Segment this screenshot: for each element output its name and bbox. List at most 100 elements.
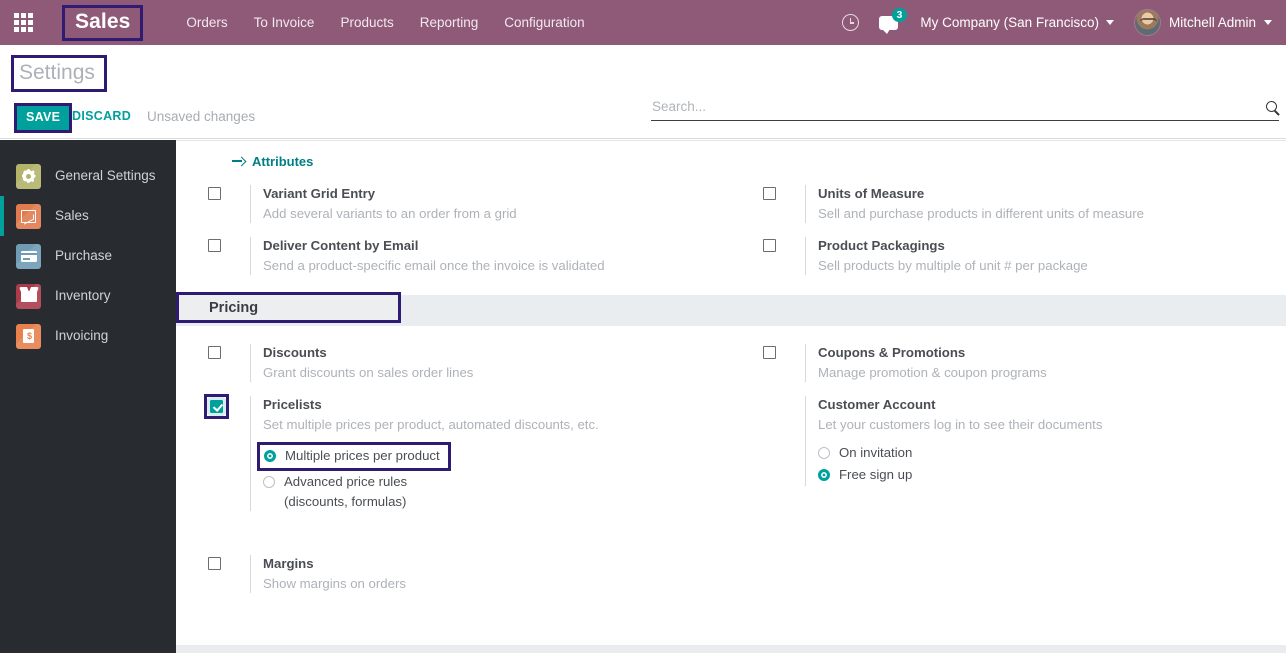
variant-grid-entry-checkbox[interactable] bbox=[208, 187, 221, 200]
deliver-content-by-email-checkbox[interactable] bbox=[208, 239, 221, 252]
setting-title: Margins bbox=[263, 556, 314, 571]
checkbox-slot bbox=[208, 555, 250, 570]
on-invitation-option[interactable]: On invitation bbox=[818, 442, 1276, 464]
setting-title: Deliver Content by Email bbox=[263, 238, 419, 253]
horizontal-scrollbar[interactable] bbox=[176, 645, 1286, 653]
setting-description: Grant discounts on sales order lines bbox=[263, 365, 474, 380]
free-sign-up-radio[interactable] bbox=[818, 469, 830, 481]
sidebar-item-inventory[interactable]: Inventory bbox=[0, 276, 176, 316]
setting-body: Units of Measure Sell and purchase produ… bbox=[805, 185, 1276, 223]
setting-deliver-content-by-email: Deliver Content by Email Send a product-… bbox=[208, 229, 721, 281]
sidebar-item-label: Sales bbox=[55, 208, 89, 223]
on-invitation-radio[interactable] bbox=[818, 447, 830, 459]
setting-margins: Margins Show margins on orders bbox=[208, 547, 721, 599]
attributes-link-label: Attributes bbox=[252, 153, 314, 169]
units-of-measure-checkbox[interactable] bbox=[763, 187, 776, 200]
messages-count-badge: 3 bbox=[891, 8, 908, 22]
setting-body: Customer Account Let your customers log … bbox=[805, 396, 1276, 486]
messages-button[interactable]: 3 bbox=[869, 0, 908, 45]
user-name-label: Mitchell Admin bbox=[1168, 15, 1256, 30]
setting-description: Sell products by multiple of unit # per … bbox=[818, 258, 1088, 273]
radio-label: Multiple prices per product bbox=[285, 448, 440, 463]
company-switcher[interactable]: My Company (San Francisco) bbox=[908, 15, 1124, 30]
setting-body: Product Packagings Sell products by mult… bbox=[805, 237, 1276, 275]
app-brand-label: Sales bbox=[75, 9, 131, 33]
free-sign-up-option[interactable]: Free sign up bbox=[818, 464, 1276, 486]
checkbox-slot bbox=[763, 185, 805, 200]
sales-chart-icon bbox=[16, 203, 41, 229]
app-brand-sales[interactable]: Sales bbox=[62, 4, 144, 41]
advanced-price-rules-sublabel: (discounts, formulas) bbox=[284, 494, 407, 509]
chevron-down-icon bbox=[1264, 20, 1272, 25]
navbar-right-tools: 3 My Company (San Francisco) Mitchell Ad… bbox=[832, 0, 1286, 45]
search-area bbox=[651, 97, 1279, 121]
discard-button[interactable]: DISCARD bbox=[72, 109, 131, 123]
setting-description: Send a product-specific email once the i… bbox=[263, 258, 605, 273]
setting-title: Coupons & Promotions bbox=[818, 345, 966, 360]
settings-sidebar: General Settings Sales Purchase Inventor… bbox=[0, 140, 176, 653]
apps-menu-button[interactable] bbox=[0, 0, 46, 45]
setting-body: Deliver Content by Email Send a product-… bbox=[250, 237, 721, 275]
setting-description: Manage promotion & coupon programs bbox=[818, 365, 1047, 380]
menu-item-products[interactable]: Products bbox=[327, 0, 406, 45]
pricing-section-title: Pricing bbox=[209, 299, 259, 316]
sidebar-item-label: Inventory bbox=[55, 288, 111, 303]
menu-item-orders[interactable]: Orders bbox=[173, 0, 240, 45]
setting-body: Pricelists Set multiple prices per produ… bbox=[250, 396, 721, 511]
menu-item-reporting[interactable]: Reporting bbox=[407, 0, 492, 45]
setting-description: Show margins on orders bbox=[263, 576, 406, 591]
open-box-icon bbox=[16, 283, 41, 309]
menu-item-to-invoice[interactable]: To Invoice bbox=[241, 0, 328, 45]
setting-body: Coupons & Promotions Manage promotion & … bbox=[805, 344, 1276, 382]
sidebar-item-label: General Settings bbox=[55, 168, 156, 183]
pricing-settings-grid: Discounts Grant discounts on sales order… bbox=[176, 336, 1286, 599]
discounts-checkbox[interactable] bbox=[208, 346, 221, 359]
setting-title: Discounts bbox=[263, 345, 327, 360]
checkbox-slot bbox=[763, 344, 805, 359]
advanced-price-rules-option[interactable]: Advanced price rules bbox=[263, 471, 721, 493]
save-button[interactable]: SAVE bbox=[17, 106, 70, 130]
pricelists-checkbox[interactable] bbox=[207, 397, 226, 416]
products-settings-left-column: Variant Grid Entry Add several variants … bbox=[176, 177, 731, 281]
attributes-link-row: Attributes bbox=[176, 141, 1286, 177]
pricing-settings-left-column: Discounts Grant discounts on sales order… bbox=[176, 336, 731, 599]
sidebar-item-general-settings[interactable]: General Settings bbox=[0, 156, 176, 196]
activities-button[interactable] bbox=[832, 0, 869, 45]
customer-account-options: On invitation Free sign up bbox=[818, 442, 1276, 486]
search-row bbox=[651, 97, 1279, 121]
checkbox-slot-empty bbox=[763, 396, 805, 398]
sidebar-item-purchase[interactable]: Purchase bbox=[0, 236, 176, 276]
main-menu: Orders To Invoice Products Reporting Con… bbox=[173, 0, 597, 45]
pricing-section-header: Pricing bbox=[176, 292, 1286, 326]
margins-checkbox[interactable] bbox=[208, 557, 221, 570]
sidebar-item-label: Purchase bbox=[55, 248, 113, 263]
setting-description: Sell and purchase products in different … bbox=[818, 206, 1144, 221]
checkbox-slot bbox=[208, 237, 250, 252]
control-panel: Settings SAVE DISCARD Unsaved changes bbox=[0, 45, 1286, 139]
arrow-right-icon bbox=[232, 156, 245, 166]
advanced-price-rules-radio[interactable] bbox=[263, 476, 275, 488]
checkbox-slot bbox=[763, 237, 805, 252]
user-menu[interactable]: Mitchell Admin bbox=[1124, 9, 1276, 36]
sidebar-item-sales[interactable]: Sales bbox=[0, 196, 176, 236]
top-navbar: Sales Orders To Invoice Products Reporti… bbox=[0, 0, 1286, 45]
setting-description: Add several variants to an order from a … bbox=[263, 206, 517, 221]
product-packagings-checkbox[interactable] bbox=[763, 239, 776, 252]
search-input[interactable] bbox=[651, 97, 1266, 116]
setting-title: Variant Grid Entry bbox=[263, 186, 376, 201]
pricing-settings-right-column: Coupons & Promotions Manage promotion & … bbox=[731, 336, 1286, 599]
coupons-promotions-checkbox[interactable] bbox=[763, 346, 776, 359]
setting-discounts: Discounts Grant discounts on sales order… bbox=[208, 336, 721, 388]
setting-pricelists: Pricelists Set multiple prices per produ… bbox=[204, 388, 721, 517]
sidebar-item-invoicing[interactable]: Invoicing bbox=[0, 316, 176, 356]
setting-customer-account: Customer Account Let your customers log … bbox=[763, 388, 1276, 492]
multiple-prices-radio[interactable] bbox=[264, 450, 276, 462]
attributes-link[interactable]: Attributes bbox=[232, 154, 313, 169]
invoice-document-icon bbox=[16, 323, 41, 349]
multiple-prices-option-annotation: Multiple prices per product bbox=[257, 442, 451, 471]
setting-body: Discounts Grant discounts on sales order… bbox=[250, 344, 721, 382]
checkbox-slot bbox=[208, 185, 250, 200]
setting-description: Let your customers log in to see their d… bbox=[818, 417, 1103, 432]
search-icon[interactable] bbox=[1266, 101, 1277, 112]
menu-item-configuration[interactable]: Configuration bbox=[491, 0, 597, 45]
